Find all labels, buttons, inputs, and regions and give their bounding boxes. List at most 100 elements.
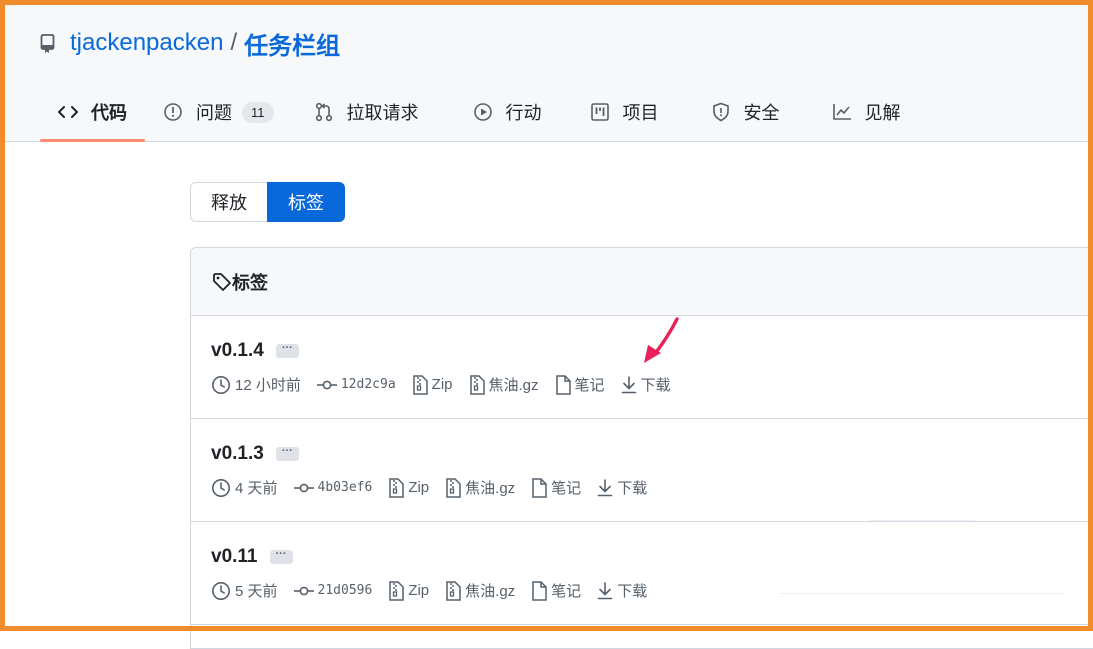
repo-name-link[interactable]: 任务栏组	[244, 26, 340, 61]
issue-icon	[163, 102, 183, 122]
tag-commit-link[interactable]: 4b03ef6	[293, 480, 373, 495]
tag-download-link[interactable]: 下载	[621, 374, 671, 395]
watermark-line	[780, 593, 1065, 594]
commit-icon	[316, 380, 337, 389]
tag-details-ellipsis-button[interactable]: ···	[275, 446, 299, 461]
tags-panel: 标签 v0.1.4 ··· 12 小时前 12d2c9a Zip 焦油.gz 笔…	[190, 247, 1093, 649]
tags-panel-title: 标签	[232, 272, 268, 293]
tab-code[interactable]: 代码	[40, 90, 145, 142]
file-zip-icon	[446, 477, 461, 498]
clock-icon	[212, 581, 230, 600]
file-icon	[532, 477, 547, 498]
tag-version-link[interactable]: v0.11	[211, 546, 258, 568]
tag-targz-link[interactable]: 焦油.gz	[469, 374, 539, 395]
project-icon	[590, 102, 610, 122]
file-icon	[555, 374, 571, 395]
tab-pull-requests-label: 拉取请求	[346, 103, 419, 123]
tag-version-link[interactable]: v0.1.4	[211, 340, 264, 362]
repo-nav-tabs: 代码 问题 11 拉取请求 行动 项目 安全 见解	[40, 90, 919, 142]
tag-targz-label: 焦油.gz	[488, 377, 539, 394]
clock-icon	[212, 478, 230, 497]
tag-time: 4 天前	[211, 477, 278, 498]
repo-header: tjackenpacken / 任务栏组 代码 问题 11 拉取请求 行动 项目…	[0, 0, 1093, 142]
tag-row: v0.11 ··· 5 天前 21d0596 Zip 焦油.gz 笔记 下载	[191, 522, 1093, 625]
tab-insights-label: 见解	[864, 103, 901, 123]
tag-version-link[interactable]: v0.1.3	[211, 443, 264, 465]
commit-icon	[293, 586, 314, 595]
tag-targz-link[interactable]: 焦油.gz	[445, 580, 515, 601]
tab-security-label: 安全	[743, 103, 780, 123]
tag-download-link[interactable]: 下载	[597, 477, 647, 498]
tab-pull-requests[interactable]: 拉取请求	[292, 90, 437, 134]
tag-zip-label: Zip	[431, 376, 453, 393]
tag-time-label: 4 天前	[235, 480, 278, 497]
tag-time-label: 12 小时前	[235, 377, 301, 394]
tag-commit-hash: 12d2c9a	[340, 377, 396, 392]
play-icon	[473, 102, 493, 122]
clock-icon	[212, 375, 230, 394]
tag-notes-link[interactable]: 笔记	[555, 374, 605, 395]
download-icon	[597, 478, 613, 496]
watermark-line	[870, 520, 975, 521]
tab-security[interactable]: 安全	[677, 90, 798, 134]
tab-issues[interactable]: 问题 11	[145, 90, 292, 134]
tag-notes-label: 笔记	[551, 583, 582, 600]
file-zip-icon	[446, 580, 461, 601]
tag-download-link[interactable]: 下载	[597, 580, 647, 601]
file-icon	[532, 580, 547, 601]
tag-time: 5 天前	[211, 580, 278, 601]
download-icon	[597, 581, 613, 599]
tag-commit-link[interactable]: 12d2c9a	[316, 377, 396, 392]
tags-panel-header: 标签	[191, 248, 1093, 316]
releases-tags-toggle: 释放 标签	[190, 182, 345, 222]
tag-zip-link[interactable]: Zip	[388, 477, 430, 498]
tab-actions-label: 行动	[505, 103, 542, 123]
tag-details-ellipsis-button[interactable]: ···	[275, 343, 299, 358]
releases-toggle-button[interactable]: 释放	[190, 182, 267, 222]
tag-details-ellipsis-button[interactable]: ···	[269, 549, 293, 564]
tag-notes-label: 笔记	[551, 480, 582, 497]
file-zip-icon	[389, 580, 405, 601]
file-zip-icon	[469, 374, 485, 395]
pull-request-icon	[314, 102, 334, 122]
tag-notes-link[interactable]: 笔记	[531, 477, 581, 498]
tag-notes-link[interactable]: 笔记	[531, 580, 581, 601]
tag-targz-link[interactable]: 焦油.gz	[445, 477, 515, 498]
repo-icon	[40, 33, 58, 53]
tag-row: v0.1.3 ··· 4 天前 4b03ef6 Zip 焦油.gz 笔记 下载	[191, 419, 1093, 522]
tab-actions[interactable]: 行动	[437, 90, 560, 134]
shield-icon	[711, 102, 731, 122]
tag-download-label: 下载	[617, 480, 648, 497]
tag-zip-link[interactable]: Zip	[388, 580, 430, 601]
tab-projects-label: 项目	[622, 103, 659, 123]
tag-zip-label: Zip	[408, 582, 430, 599]
tag-zip-label: Zip	[408, 479, 430, 496]
repo-separator: /	[230, 29, 238, 56]
download-icon	[621, 375, 636, 393]
tag-commit-link[interactable]: 21d0596	[293, 583, 373, 598]
tab-projects[interactable]: 项目	[560, 90, 677, 134]
tag-commit-hash: 4b03ef6	[317, 480, 373, 495]
issues-count-badge: 11	[242, 101, 274, 123]
repo-title: tjackenpacken / 任务栏组	[40, 26, 340, 60]
tag-targz-label: 焦油.gz	[465, 480, 516, 497]
tag-zip-link[interactable]: Zip	[412, 374, 453, 395]
tag-time: 12 小时前	[211, 374, 301, 395]
tag-time-label: 5 天前	[235, 583, 278, 600]
file-zip-icon	[389, 477, 405, 498]
tags-toggle-button[interactable]: 标签	[267, 182, 345, 222]
tag-commit-hash: 21d0596	[317, 583, 373, 598]
tab-insights[interactable]: 见解	[798, 90, 919, 134]
graph-icon	[832, 102, 852, 122]
tag-targz-label: 焦油.gz	[465, 583, 516, 600]
repo-owner-link[interactable]: tjackenpacken	[70, 29, 223, 57]
tab-issues-label: 问题	[196, 103, 232, 123]
file-zip-icon	[412, 374, 428, 395]
commit-icon	[293, 483, 314, 492]
tag-notes-label: 笔记	[574, 377, 605, 394]
tag-download-label: 下载	[640, 377, 671, 394]
annotation-arrow-icon	[644, 317, 679, 363]
tag-icon	[212, 272, 232, 292]
tag-download-label: 下载	[617, 583, 648, 600]
tab-code-label: 代码	[91, 103, 127, 123]
